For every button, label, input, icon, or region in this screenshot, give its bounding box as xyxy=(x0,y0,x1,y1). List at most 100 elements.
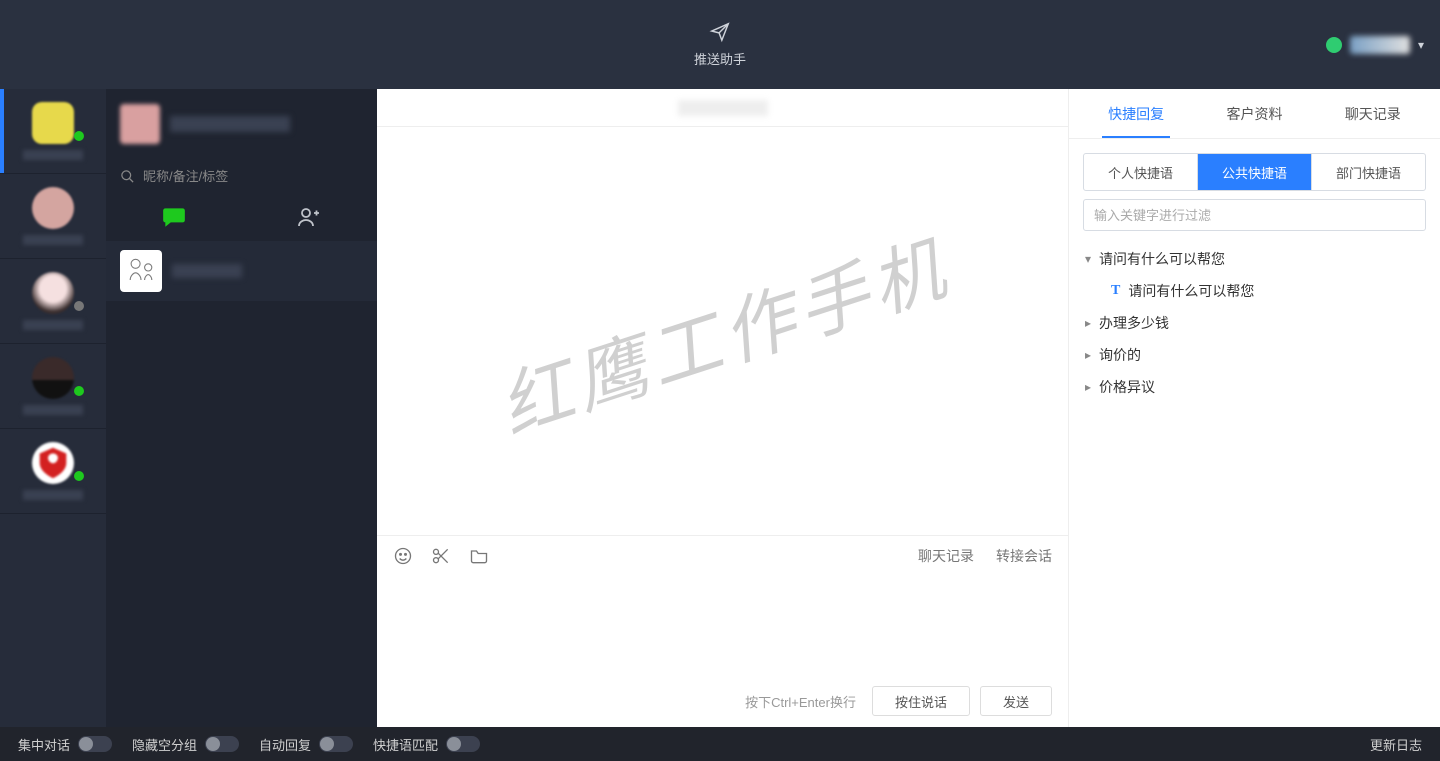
toggle-focus-chat[interactable]: 集中对话 xyxy=(18,735,112,754)
switch-icon xyxy=(205,736,239,752)
send-hint: 按下Ctrl+Enter换行 xyxy=(745,692,856,711)
tree-leaf-label: 请问有什么可以帮您 xyxy=(1128,281,1254,301)
tree-node-label: 询价的 xyxy=(1099,345,1141,365)
toggle-hide-empty-group[interactable]: 隐藏空分组 xyxy=(132,735,239,754)
account-item[interactable] xyxy=(0,429,106,514)
caret-right-icon: ▸ xyxy=(1083,380,1093,394)
account-label xyxy=(23,235,83,245)
chat-toolbar: 聊天记录 转接会话 xyxy=(377,535,1068,575)
header-center[interactable]: 推送助手 xyxy=(694,21,746,68)
current-account-header xyxy=(106,89,377,159)
account-item[interactable] xyxy=(0,259,106,344)
account-item[interactable] xyxy=(0,344,106,429)
tree-node[interactable]: ▸ 询价的 xyxy=(1075,339,1434,371)
send-button[interactable]: 发送 xyxy=(980,686,1052,716)
tree-node[interactable]: ▸ 价格异议 xyxy=(1075,371,1434,403)
chat-send-row: 按下Ctrl+Enter换行 按住说话 发送 xyxy=(377,675,1068,727)
text-snippet-icon: T xyxy=(1111,283,1120,299)
conversation-mode-tabs xyxy=(106,193,377,241)
main-content: 红鹰工作手机 聊天记录 转接会话 按下Ctrl+Enter换行 按住说话 发送 xyxy=(0,89,1440,727)
subtab-department[interactable]: 部门快捷语 xyxy=(1311,154,1425,190)
chat-input-area[interactable] xyxy=(377,575,1068,675)
chat-history-link[interactable]: 聊天记录 xyxy=(918,546,974,566)
header-user[interactable]: ▾ xyxy=(1326,36,1424,54)
header-username xyxy=(1350,36,1410,54)
account-label xyxy=(23,150,83,160)
filter-input[interactable] xyxy=(1083,199,1426,231)
search-input[interactable] xyxy=(143,169,363,184)
account-label xyxy=(23,405,83,415)
quick-reply-tree: ▾ 请问有什么可以帮您 T 请问有什么可以帮您 ▸ 办理多少钱 ▸ 询价的 ▸ … xyxy=(1069,239,1440,407)
transfer-session-link[interactable]: 转接会话 xyxy=(996,546,1052,566)
status-online-icon xyxy=(1326,37,1342,53)
caret-right-icon: ▸ xyxy=(1083,348,1093,362)
toggle-quick-match[interactable]: 快捷语匹配 xyxy=(373,735,480,754)
quick-reply-subtabs: 个人快捷语 公共快捷语 部门快捷语 xyxy=(1083,153,1426,191)
paper-plane-icon xyxy=(709,21,731,43)
subtab-personal[interactable]: 个人快捷语 xyxy=(1084,154,1197,190)
toggle-label: 快捷语匹配 xyxy=(373,735,438,754)
right-panel: 快捷回复 客户资料 聊天记录 个人快捷语 公共快捷语 部门快捷语 ▾ 请问有什么… xyxy=(1068,89,1440,727)
conversation-search[interactable] xyxy=(106,159,377,193)
avatar xyxy=(120,250,162,292)
account-item[interactable] xyxy=(0,174,106,259)
hold-to-talk-button[interactable]: 按住说话 xyxy=(872,686,970,716)
current-account-name xyxy=(170,116,290,132)
account-label xyxy=(23,320,83,330)
online-dot-icon xyxy=(74,386,84,396)
tree-node[interactable]: ▾ 请问有什么可以帮您 xyxy=(1075,243,1434,275)
toggle-auto-reply[interactable]: 自动回复 xyxy=(259,735,353,754)
caret-down-icon: ▾ xyxy=(1083,252,1093,266)
chat-pane: 红鹰工作手机 聊天记录 转接会话 按下Ctrl+Enter换行 按住说话 发送 xyxy=(377,89,1068,727)
tree-node[interactable]: ▸ 办理多少钱 xyxy=(1075,307,1434,339)
scissors-icon[interactable] xyxy=(431,546,451,566)
subtab-public[interactable]: 公共快捷语 xyxy=(1197,154,1311,190)
conversation-item[interactable] xyxy=(106,241,377,301)
tab-contacts[interactable] xyxy=(242,193,378,241)
avatar xyxy=(120,104,160,144)
online-dot-icon xyxy=(74,471,84,481)
app-footer: 集中对话 隐藏空分组 自动回复 快捷语匹配 更新日志 xyxy=(0,727,1440,761)
chevron-down-icon: ▾ xyxy=(1418,38,1424,52)
toggle-label: 集中对话 xyxy=(18,735,70,754)
avatar xyxy=(32,357,74,399)
tree-node-label: 办理多少钱 xyxy=(1099,313,1169,333)
tab-chat-history[interactable]: 聊天记录 xyxy=(1339,100,1407,128)
changelog-link[interactable]: 更新日志 xyxy=(1370,735,1422,754)
chat-bubble-icon xyxy=(161,204,187,230)
switch-icon xyxy=(319,736,353,752)
avatar xyxy=(32,187,74,229)
avatar xyxy=(32,442,74,484)
tab-customer-info[interactable]: 客户资料 xyxy=(1220,100,1288,128)
chat-messages[interactable]: 红鹰工作手机 xyxy=(377,127,1068,535)
switch-icon xyxy=(446,736,480,752)
conversation-name xyxy=(172,264,242,278)
caret-right-icon: ▸ xyxy=(1083,316,1093,330)
tab-chats[interactable] xyxy=(106,193,242,241)
search-icon xyxy=(120,169,135,184)
toggle-label: 自动回复 xyxy=(259,735,311,754)
switch-icon xyxy=(78,736,112,752)
emoji-icon[interactable] xyxy=(393,546,413,566)
chat-title xyxy=(678,100,768,116)
chat-header xyxy=(377,89,1068,127)
offline-dot-icon xyxy=(74,301,84,311)
tree-node-label: 价格异议 xyxy=(1099,377,1155,397)
app-header: 推送助手 ▾ xyxy=(0,0,1440,89)
tree-node-label: 请问有什么可以帮您 xyxy=(1099,249,1225,269)
account-item[interactable] xyxy=(0,89,106,174)
avatar xyxy=(32,272,74,314)
quick-reply-filter xyxy=(1083,199,1426,231)
conversation-column xyxy=(106,89,377,727)
toggle-label: 隐藏空分组 xyxy=(132,735,197,754)
contact-icon xyxy=(297,205,321,229)
folder-icon[interactable] xyxy=(469,546,489,566)
tab-quick-reply[interactable]: 快捷回复 xyxy=(1102,100,1170,138)
tree-leaf[interactable]: T 请问有什么可以帮您 xyxy=(1103,275,1434,307)
conversation-list xyxy=(106,241,377,727)
avatar xyxy=(32,102,74,144)
header-title: 推送助手 xyxy=(694,49,746,68)
online-dot-icon xyxy=(74,131,84,141)
accounts-rail xyxy=(0,89,106,727)
account-label xyxy=(23,490,83,500)
